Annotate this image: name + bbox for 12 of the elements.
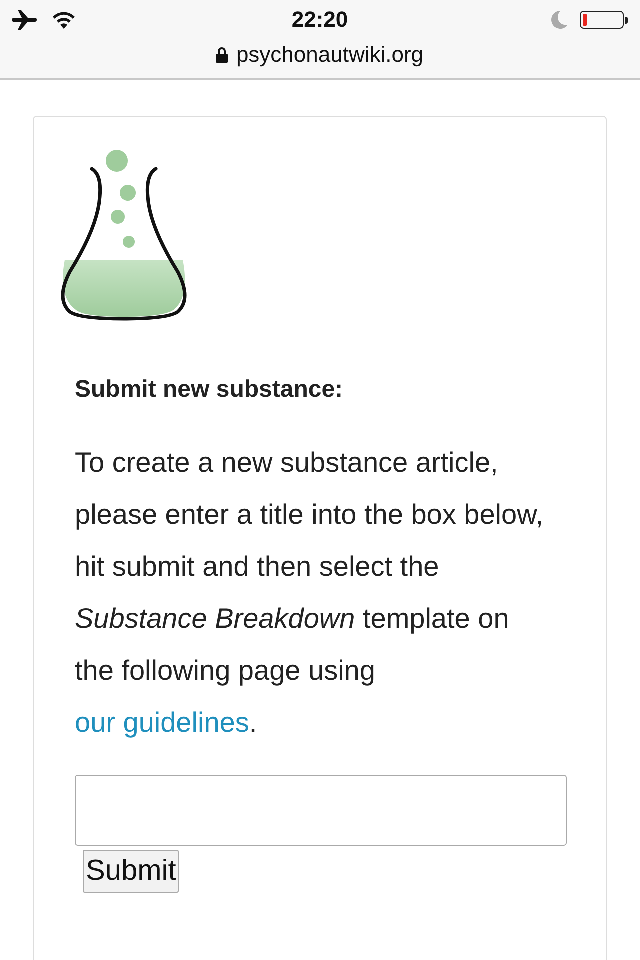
submit-button[interactable]: Submit [83, 850, 180, 893]
url-text[interactable]: psychonautwiki.org [236, 42, 424, 68]
instructions-paragraph: To create a new substance article, please enter a title into the box below, hit submit and then select the Substance Breakdown template on the following page using our guidelines. [75, 446, 545, 740]
battery-icon [580, 11, 628, 29]
title-input-field[interactable] [75, 775, 567, 846]
lock-icon [216, 47, 228, 63]
moon-icon [550, 10, 568, 30]
status-time: 22:20 [290, 7, 350, 33]
airplane-icon [12, 9, 38, 31]
section-heading: Submit new substance: [75, 375, 344, 405]
wifi-icon [52, 10, 76, 30]
guidelines-link[interactable]: our guidelines [75, 707, 250, 738]
